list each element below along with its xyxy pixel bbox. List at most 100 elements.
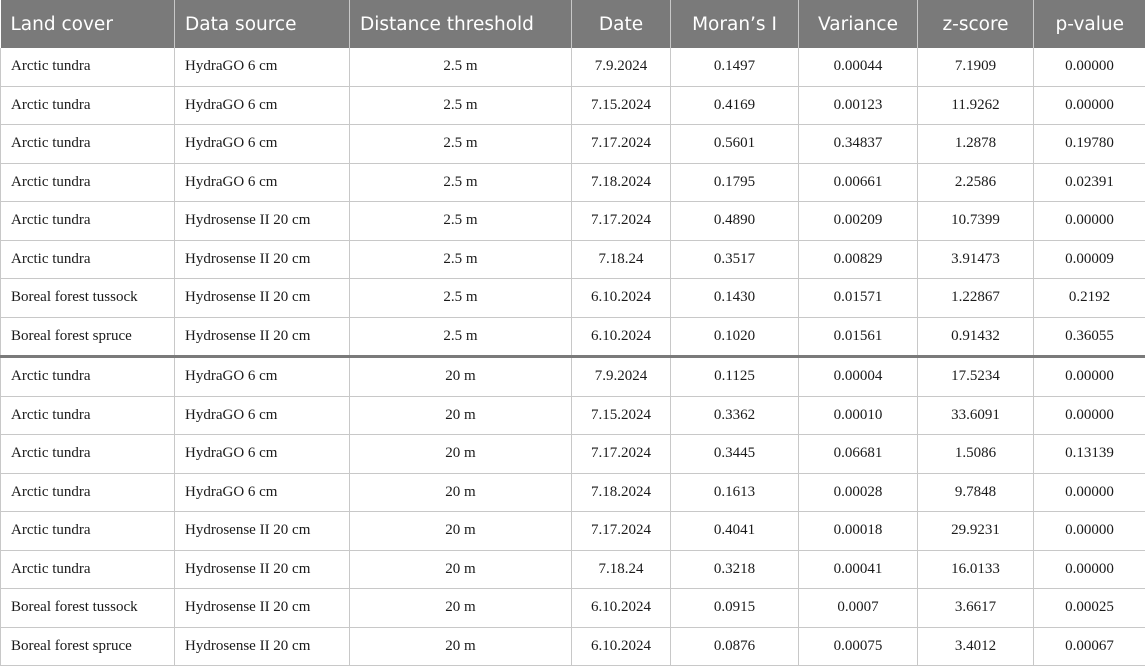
header-p-value: p-value <box>1034 0 1145 48</box>
cell-z-score: 16.0133 <box>918 550 1034 589</box>
cell-morans-i: 0.1497 <box>671 48 799 86</box>
cell-variance: 0.00010 <box>799 396 918 435</box>
cell-z-score: 3.6617 <box>918 589 1034 628</box>
cell-land-cover: Arctic tundra <box>1 473 175 512</box>
cell-morans-i: 0.1020 <box>671 317 799 357</box>
cell-morans-i: 0.4169 <box>671 86 799 125</box>
cell-data-source: HydraGO 6 cm <box>175 48 350 86</box>
cell-distance-threshold: 20 m <box>350 550 572 589</box>
header-land-cover: Land cover <box>1 0 175 48</box>
cell-variance: 0.06681 <box>799 435 918 474</box>
cell-p-value: 0.00000 <box>1034 512 1145 551</box>
cell-data-source: Hydrosense II 20 cm <box>175 279 350 318</box>
cell-land-cover: Arctic tundra <box>1 240 175 279</box>
cell-land-cover: Arctic tundra <box>1 125 175 164</box>
cell-distance-threshold: 2.5 m <box>350 240 572 279</box>
cell-data-source: HydraGO 6 cm <box>175 163 350 202</box>
cell-variance: 0.00123 <box>799 86 918 125</box>
cell-data-source: Hydrosense II 20 cm <box>175 512 350 551</box>
cell-date: 7.18.24 <box>572 240 671 279</box>
cell-z-score: 0.91432 <box>918 317 1034 357</box>
cell-morans-i: 0.3218 <box>671 550 799 589</box>
table-row: Boreal forest spruceHydrosense II 20 cm2… <box>1 627 1145 666</box>
morans-i-results-table: Land cover Data source Distance threshol… <box>0 0 1145 666</box>
cell-morans-i: 0.0876 <box>671 627 799 666</box>
table-row: Boreal forest tussockHydrosense II 20 cm… <box>1 589 1145 628</box>
table-header: Land cover Data source Distance threshol… <box>1 0 1145 48</box>
cell-p-value: 0.19780 <box>1034 125 1145 164</box>
header-row: Land cover Data source Distance threshol… <box>1 0 1145 48</box>
cell-date: 7.18.2024 <box>572 163 671 202</box>
cell-distance-threshold: 20 m <box>350 512 572 551</box>
cell-p-value: 0.00000 <box>1034 48 1145 86</box>
cell-morans-i: 0.5601 <box>671 125 799 164</box>
cell-data-source: HydraGO 6 cm <box>175 473 350 512</box>
cell-distance-threshold: 2.5 m <box>350 163 572 202</box>
cell-distance-threshold: 2.5 m <box>350 125 572 164</box>
cell-data-source: HydraGO 6 cm <box>175 435 350 474</box>
cell-z-score: 33.6091 <box>918 396 1034 435</box>
cell-land-cover: Arctic tundra <box>1 48 175 86</box>
cell-date: 7.18.2024 <box>572 473 671 512</box>
cell-variance: 0.00041 <box>799 550 918 589</box>
cell-date: 6.10.2024 <box>572 627 671 666</box>
cell-date: 6.10.2024 <box>572 279 671 318</box>
cell-variance: 0.00028 <box>799 473 918 512</box>
cell-date: 7.18.24 <box>572 550 671 589</box>
cell-distance-threshold: 2.5 m <box>350 86 572 125</box>
cell-land-cover: Boreal forest tussock <box>1 589 175 628</box>
cell-variance: 0.01571 <box>799 279 918 318</box>
cell-p-value: 0.00025 <box>1034 589 1145 628</box>
cell-variance: 0.00044 <box>799 48 918 86</box>
cell-date: 7.17.2024 <box>572 512 671 551</box>
cell-p-value: 0.00000 <box>1034 473 1145 512</box>
table-row: Boreal forest spruceHydrosense II 20 cm2… <box>1 317 1145 357</box>
cell-land-cover: Arctic tundra <box>1 512 175 551</box>
table-row: Arctic tundraHydraGO 6 cm20 m7.17.20240.… <box>1 435 1145 474</box>
cell-z-score: 3.4012 <box>918 627 1034 666</box>
cell-p-value: 0.00000 <box>1034 357 1145 397</box>
table-row: Arctic tundraHydrosense II 20 cm20 m7.18… <box>1 550 1145 589</box>
cell-land-cover: Arctic tundra <box>1 550 175 589</box>
cell-morans-i: 0.3362 <box>671 396 799 435</box>
header-variance: Variance <box>799 0 918 48</box>
cell-land-cover: Arctic tundra <box>1 202 175 241</box>
cell-p-value: 0.02391 <box>1034 163 1145 202</box>
cell-p-value: 0.00000 <box>1034 202 1145 241</box>
cell-land-cover: Boreal forest spruce <box>1 317 175 357</box>
cell-z-score: 1.2878 <box>918 125 1034 164</box>
cell-distance-threshold: 2.5 m <box>350 48 572 86</box>
cell-distance-threshold: 20 m <box>350 396 572 435</box>
cell-date: 7.17.2024 <box>572 435 671 474</box>
cell-distance-threshold: 20 m <box>350 435 572 474</box>
cell-distance-threshold: 2.5 m <box>350 202 572 241</box>
cell-z-score: 1.5086 <box>918 435 1034 474</box>
cell-p-value: 0.00000 <box>1034 86 1145 125</box>
cell-land-cover: Arctic tundra <box>1 435 175 474</box>
cell-data-source: Hydrosense II 20 cm <box>175 202 350 241</box>
cell-z-score: 11.9262 <box>918 86 1034 125</box>
table-row: Arctic tundraHydraGO 6 cm20 m7.15.20240.… <box>1 396 1145 435</box>
cell-p-value: 0.36055 <box>1034 317 1145 357</box>
cell-morans-i: 0.1613 <box>671 473 799 512</box>
cell-data-source: Hydrosense II 20 cm <box>175 627 350 666</box>
header-date: Date <box>572 0 671 48</box>
cell-variance: 0.0007 <box>799 589 918 628</box>
cell-date: 6.10.2024 <box>572 589 671 628</box>
cell-p-value: 0.00000 <box>1034 396 1145 435</box>
cell-distance-threshold: 2.5 m <box>350 317 572 357</box>
cell-z-score: 9.7848 <box>918 473 1034 512</box>
header-distance-threshold: Distance threshold <box>350 0 572 48</box>
table-row: Arctic tundraHydrosense II 20 cm20 m7.17… <box>1 512 1145 551</box>
cell-date: 7.15.2024 <box>572 396 671 435</box>
header-data-source: Data source <box>175 0 350 48</box>
cell-morans-i: 0.3445 <box>671 435 799 474</box>
table-row: Arctic tundraHydrosense II 20 cm2.5 m7.1… <box>1 240 1145 279</box>
cell-distance-threshold: 20 m <box>350 473 572 512</box>
table-row: Arctic tundraHydraGO 6 cm2.5 m7.9.20240.… <box>1 48 1145 86</box>
cell-z-score: 3.91473 <box>918 240 1034 279</box>
cell-data-source: HydraGO 6 cm <box>175 125 350 164</box>
cell-p-value: 0.00000 <box>1034 550 1145 589</box>
cell-date: 6.10.2024 <box>572 317 671 357</box>
header-morans-i: Moran’s I <box>671 0 799 48</box>
